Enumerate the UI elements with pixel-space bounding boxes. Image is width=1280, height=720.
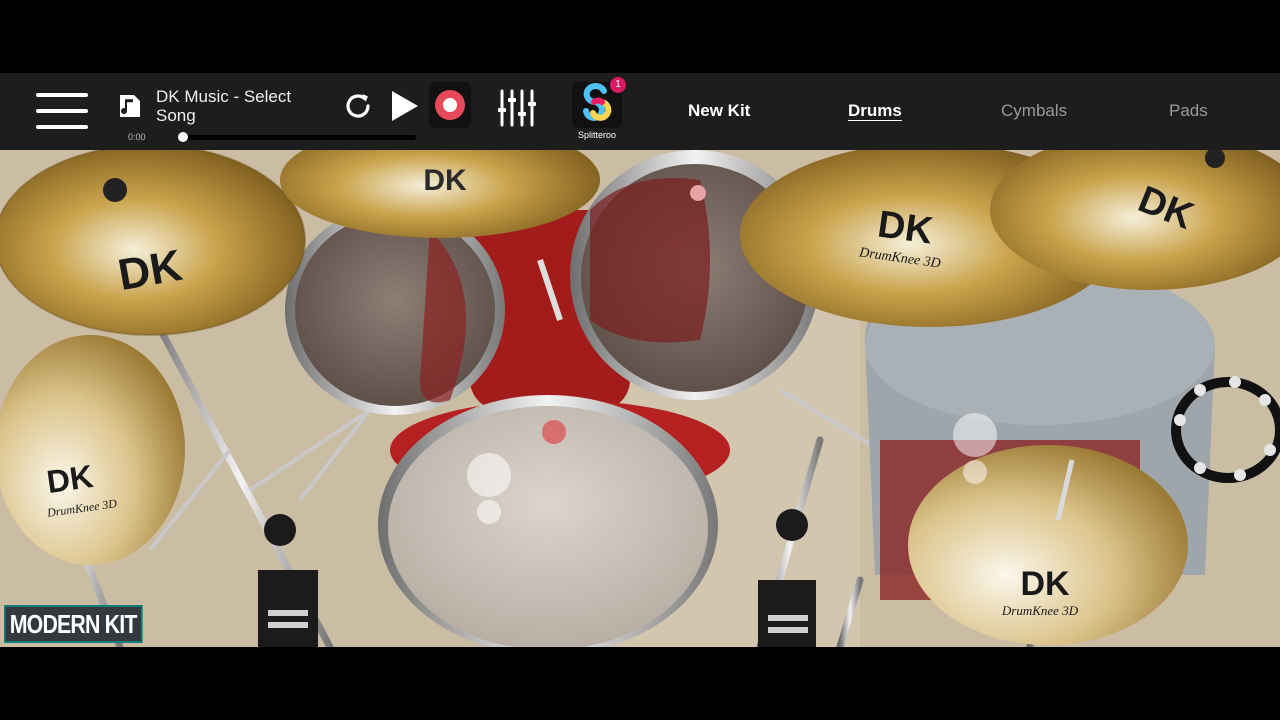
cymbal-brand-text: DK bbox=[44, 458, 95, 500]
tab-pads[interactable]: Pads bbox=[1169, 101, 1208, 121]
song-title[interactable]: DK Music - Select Song bbox=[156, 87, 326, 125]
notification-badge: 1 bbox=[610, 77, 626, 93]
song-progress-knob[interactable] bbox=[178, 132, 188, 142]
song-progress-track[interactable] bbox=[182, 135, 416, 140]
play-icon[interactable] bbox=[390, 89, 420, 123]
record-button[interactable] bbox=[429, 82, 471, 128]
tab-cymbals[interactable]: Cymbals bbox=[1001, 101, 1067, 121]
menu-icon[interactable] bbox=[36, 93, 88, 129]
letterbox-top bbox=[0, 0, 1280, 73]
tab-drums[interactable]: Drums bbox=[848, 101, 902, 121]
letterbox-bottom bbox=[0, 647, 1280, 720]
tab-new-kit[interactable]: New Kit bbox=[688, 101, 750, 121]
time-label: 0:00 bbox=[128, 132, 146, 142]
top-toolbar: DK Music - Select Song 0:00 1 Splitteroo… bbox=[0, 73, 1280, 150]
mixer-sliders-icon[interactable] bbox=[497, 88, 537, 128]
drum-kit-scene: DK DK DrumKnee 3D DK DK DrumKnee 3D DK D… bbox=[0, 150, 1280, 647]
drum-kit-illustration: DK DK DrumKnee 3D DK DK DrumKnee 3D DK D… bbox=[0, 150, 1280, 647]
cymbal-brand-subtext: DrumKnee 3D bbox=[1001, 603, 1079, 618]
music-note-icon bbox=[120, 95, 140, 117]
cymbal-brand-text: DK bbox=[875, 203, 936, 252]
loop-icon[interactable] bbox=[342, 90, 374, 122]
cymbal-brand-text: DK bbox=[1020, 565, 1070, 603]
kit-name-label[interactable]: MODERN KIT bbox=[4, 605, 143, 643]
record-icon-center bbox=[443, 98, 457, 112]
cymbal-brand-text: DK bbox=[423, 164, 467, 197]
app-label: Splitteroo bbox=[577, 130, 617, 140]
